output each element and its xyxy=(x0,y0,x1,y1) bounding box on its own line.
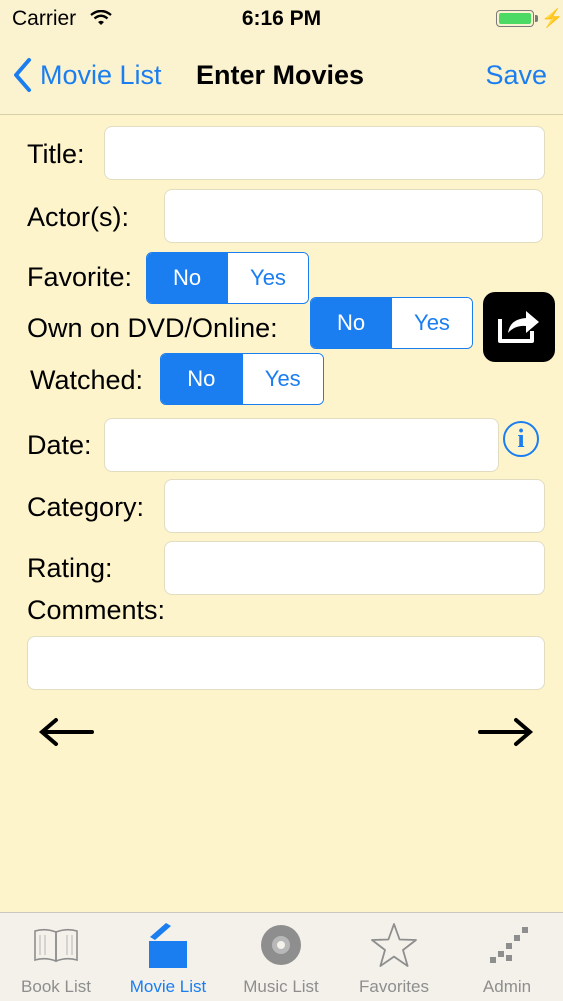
own-segmented-control: No Yes xyxy=(310,297,473,349)
own-yes-segment[interactable]: Yes xyxy=(391,298,472,348)
comments-input[interactable] xyxy=(27,636,545,690)
tab-book-list[interactable]: Book List xyxy=(0,913,112,1001)
battery-icon xyxy=(496,10,538,27)
date-input[interactable] xyxy=(104,418,499,472)
rating-input[interactable] xyxy=(164,541,545,595)
book-icon xyxy=(0,921,112,969)
rating-label: Rating: xyxy=(27,553,113,583)
disc-icon xyxy=(225,921,337,969)
actors-input[interactable] xyxy=(164,189,543,243)
favorite-yes-segment[interactable]: Yes xyxy=(227,253,308,303)
tab-movie-list-label: Movie List xyxy=(129,977,207,996)
tab-music-list-label: Music List xyxy=(243,977,319,996)
tab-book-list-label: Book List xyxy=(21,977,91,996)
admin-icon xyxy=(451,921,563,969)
watched-yes-segment[interactable]: Yes xyxy=(241,354,323,404)
title-input[interactable] xyxy=(104,126,545,180)
previous-arrow-button[interactable] xyxy=(38,710,94,759)
tab-movie-list[interactable]: Movie List xyxy=(112,913,224,1001)
tab-admin[interactable]: Admin xyxy=(451,913,563,1001)
arrow-left-icon xyxy=(38,718,94,758)
info-button[interactable]: i xyxy=(503,421,539,457)
category-label: Category: xyxy=(27,492,145,522)
save-button[interactable]: Save xyxy=(485,56,547,94)
favorite-segmented-control: No Yes xyxy=(146,252,309,304)
tab-bar: Book List Movie List Music List Favorite… xyxy=(0,912,563,1001)
charging-bolt-icon: ⚡ xyxy=(541,8,563,28)
comments-label: Comments: xyxy=(27,595,166,625)
category-input[interactable] xyxy=(164,479,545,533)
star-icon xyxy=(338,921,450,969)
watched-segmented-control: No Yes xyxy=(160,353,324,405)
watched-no-segment[interactable]: No xyxy=(161,354,242,404)
actors-label: Actor(s): xyxy=(27,202,130,232)
tab-favorites[interactable]: Favorites xyxy=(338,913,450,1001)
own-label: Own on DVD/Online: xyxy=(27,313,278,343)
clapperboard-icon xyxy=(112,921,224,969)
page-title: Enter Movies xyxy=(196,60,365,90)
watched-label: Watched: xyxy=(30,365,144,395)
back-button-label: Movie List xyxy=(40,60,162,90)
share-icon xyxy=(496,305,542,350)
chevron-left-icon xyxy=(12,56,32,101)
next-arrow-button[interactable] xyxy=(478,710,534,759)
tab-favorites-label: Favorites xyxy=(359,977,429,996)
favorite-no-segment[interactable]: No xyxy=(147,253,227,303)
info-icon: i xyxy=(517,424,525,453)
arrow-right-icon xyxy=(478,718,534,758)
status-bar: Carrier 6:16 PM ⚡ xyxy=(0,0,563,38)
back-button[interactable]: Movie List xyxy=(12,56,162,101)
date-label: Date: xyxy=(27,430,92,460)
own-no-segment[interactable]: No xyxy=(311,298,391,348)
favorite-label: Favorite: xyxy=(27,262,133,292)
share-button[interactable] xyxy=(483,292,555,362)
tab-admin-label: Admin xyxy=(482,977,532,996)
status-time: 6:16 PM xyxy=(241,7,322,30)
title-label: Title: xyxy=(27,139,85,169)
navigation-bar: Movie List Enter Movies Save xyxy=(0,38,563,115)
tab-music-list[interactable]: Music List xyxy=(225,913,337,1001)
